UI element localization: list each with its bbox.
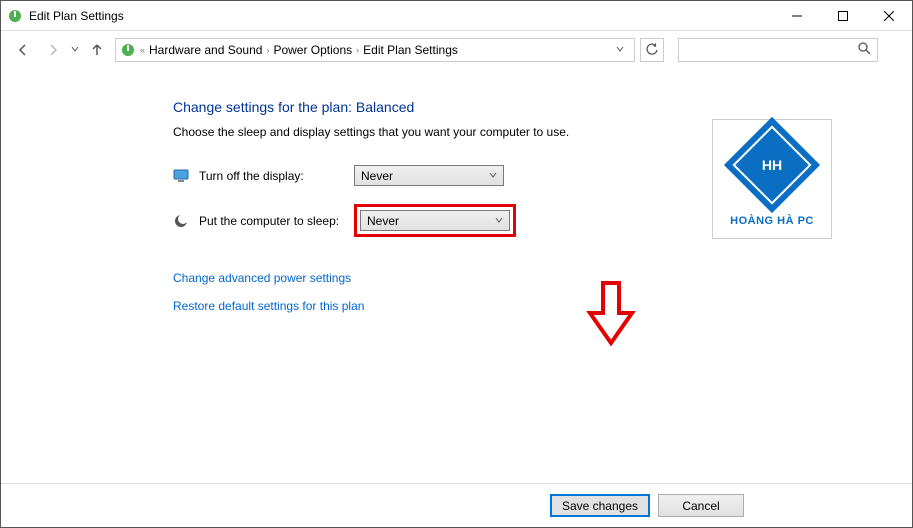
chevron-right-icon: › [356, 45, 359, 55]
breadcrumb-seg-2[interactable]: Power Options [273, 43, 352, 57]
chevron-right-icon: › [266, 45, 269, 55]
advanced-settings-link[interactable]: Change advanced power settings [173, 271, 912, 285]
search-input[interactable] [678, 38, 878, 62]
logo-text: HOÀNG HÀ PC [730, 215, 814, 227]
search-icon [858, 42, 871, 58]
window-controls [774, 1, 912, 30]
page-title: Change settings for the plan: Balanced [173, 99, 912, 115]
cancel-button-label: Cancel [682, 499, 719, 513]
maximize-button[interactable] [820, 1, 866, 30]
refresh-button[interactable] [640, 38, 664, 62]
sleep-setting-label: Put the computer to sleep: [199, 214, 354, 228]
nav-back-button[interactable] [11, 38, 35, 62]
breadcrumb-seg-3[interactable]: Edit Plan Settings [363, 43, 458, 57]
address-bar[interactable]: « Hardware and Sound › Power Options › E… [115, 38, 635, 62]
minimize-button[interactable] [774, 1, 820, 30]
logo-panel: HH HOÀNG HÀ PC [712, 119, 832, 239]
monitor-icon [173, 168, 189, 184]
links-section: Change advanced power settings Restore d… [173, 271, 912, 313]
save-button-label: Save changes [562, 499, 638, 513]
sleep-setting-value: Never [367, 214, 399, 228]
nav-history-dropdown[interactable] [71, 45, 79, 55]
nav-forward-button[interactable] [41, 38, 65, 62]
address-dropdown-icon[interactable] [610, 45, 630, 55]
toolbar: « Hardware and Sound › Power Options › E… [1, 31, 912, 69]
titlebar: Edit Plan Settings [1, 1, 912, 31]
footer-bar: Save changes Cancel [1, 483, 912, 527]
display-setting-value: Never [361, 169, 393, 183]
window-title: Edit Plan Settings [29, 9, 124, 23]
display-setting-dropdown[interactable]: Never [354, 165, 504, 186]
annotation-highlight-box: Never [354, 204, 516, 237]
breadcrumb: « Hardware and Sound › Power Options › E… [140, 43, 458, 57]
nav-up-button[interactable] [85, 38, 109, 62]
chevron-left-icon: « [140, 45, 145, 55]
cancel-button[interactable]: Cancel [658, 494, 744, 517]
sleep-setting-dropdown[interactable]: Never [360, 210, 510, 231]
display-setting-label: Turn off the display: [199, 169, 354, 183]
breadcrumb-seg-1[interactable]: Hardware and Sound [149, 43, 262, 57]
chevron-down-icon [489, 171, 497, 181]
save-button[interactable]: Save changes [550, 494, 650, 517]
restore-defaults-link[interactable]: Restore default settings for this plan [173, 299, 912, 313]
close-button[interactable] [866, 1, 912, 30]
chevron-down-icon [495, 216, 503, 226]
moon-icon [173, 213, 189, 229]
app-icon [7, 8, 23, 24]
location-icon [120, 42, 136, 58]
